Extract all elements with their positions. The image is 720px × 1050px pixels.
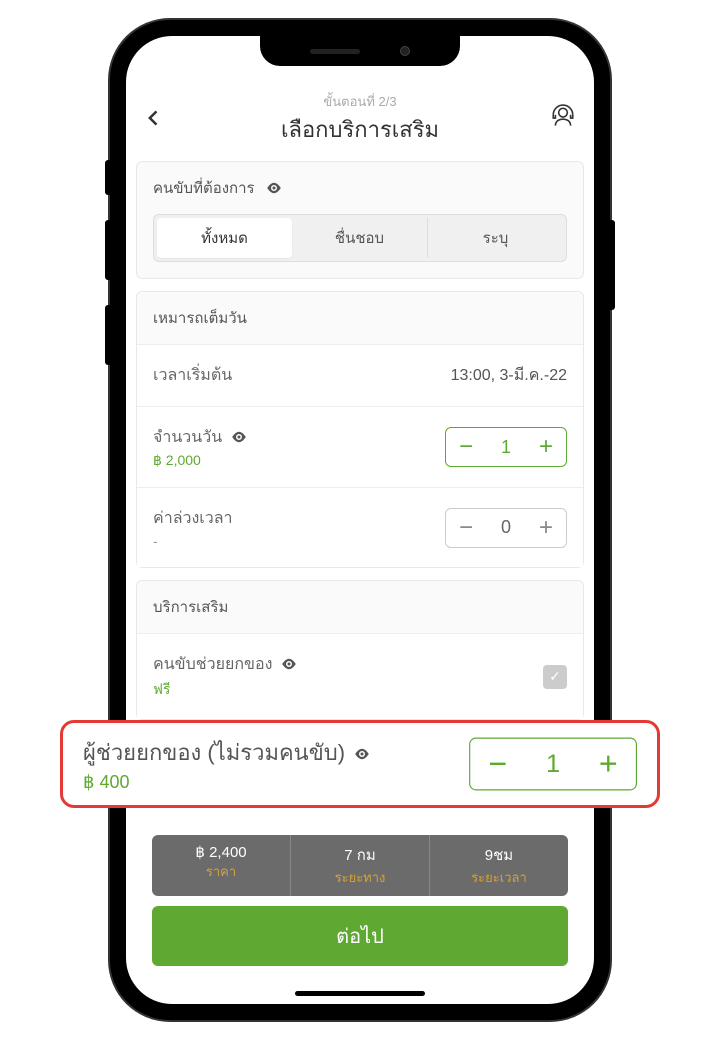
overtime-stepper: − 0 + — [445, 508, 567, 548]
overtime-value: 0 — [486, 517, 526, 538]
tab-all[interactable]: ทั้งหมด — [157, 218, 292, 258]
continue-button[interactable]: ต่อไป — [152, 906, 568, 966]
back-button[interactable] — [144, 103, 174, 135]
overtime-sub: - — [153, 533, 445, 549]
driver-help-row: คนขับช่วยยกของ ฟรี ✓ — [137, 633, 583, 719]
helper-label: ผู้ช่วยยกของ (ไม่รวมคนขับ) — [83, 735, 345, 770]
days-label: จำนวนวัน — [153, 425, 222, 450]
driver-pref-tabs: ทั้งหมด ชื่นชอบ ระบุ — [153, 214, 567, 262]
days-row: จำนวนวัน ฿ 2,000 − 1 + — [137, 406, 583, 487]
overtime-plus-button[interactable]: + — [526, 509, 566, 547]
days-stepper: − 1 + — [445, 427, 567, 467]
eye-icon — [353, 740, 371, 766]
helper-value: 1 — [525, 749, 580, 779]
driver-help-label: คนขับช่วยยกของ — [153, 652, 272, 677]
overtime-minus-button[interactable]: − — [446, 509, 486, 547]
driver-preference-card: คนขับที่ต้องการ ทั้งหมด ชื่นชอบ ระบุ — [136, 161, 584, 279]
tab-favorite[interactable]: ชื่นชอบ — [292, 218, 428, 258]
full-day-title: เหมารถเต็มวัน — [153, 306, 247, 330]
summary-bar: ฿ 2,400 ราคา 7 กม ระยะทาง 9ชม ระยะเวลา — [152, 835, 568, 896]
driver-help-checkbox[interactable]: ✓ — [543, 665, 567, 689]
phone-notch — [260, 36, 460, 66]
start-time-value: 13:00, 3-มี.ค.-22 — [451, 363, 567, 388]
support-button[interactable] — [546, 104, 576, 135]
phone-frame: ขั้นตอนที่ 2/3 เลือกบริการเสริม คนขับที่… — [110, 20, 610, 1020]
overtime-row: ค่าล่วงเวลา - − 0 + — [137, 487, 583, 567]
page-title: เลือกบริการเสริม — [174, 112, 546, 147]
addons-title: บริการเสริม — [153, 595, 228, 619]
eye-icon — [280, 655, 298, 673]
overtime-label: ค่าล่วงเวลา — [153, 506, 445, 531]
days-minus-button[interactable]: − — [446, 428, 486, 466]
addons-card: บริการเสริม คนขับช่วยยกของ ฟรี — [136, 580, 584, 720]
summary-distance: 7 กม ระยะทาง — [291, 835, 430, 896]
helper-stepper: − 1 + — [469, 738, 637, 791]
eye-icon — [265, 179, 283, 197]
helper-plus-button[interactable]: + — [581, 739, 636, 790]
summary-duration: 9ชม ระยะเวลา — [430, 835, 568, 896]
step-indicator: ขั้นตอนที่ 2/3 — [174, 91, 546, 112]
helper-price: ฿ 400 — [83, 772, 491, 793]
helper-minus-button[interactable]: − — [470, 739, 525, 790]
days-price: ฿ 2,000 — [153, 452, 445, 469]
driver-help-price: ฟรี — [153, 679, 543, 701]
eye-icon — [230, 428, 248, 446]
summary-price: ฿ 2,400 ราคา — [152, 835, 291, 896]
days-plus-button[interactable]: + — [526, 428, 566, 466]
header: ขั้นตอนที่ 2/3 เลือกบริการเสริม — [126, 81, 594, 161]
driver-pref-title: คนขับที่ต้องการ — [153, 176, 255, 200]
days-value: 1 — [486, 437, 526, 458]
start-time-label: เวลาเริ่มต้น — [153, 363, 451, 388]
start-time-row[interactable]: เวลาเริ่มต้น 13:00, 3-มี.ค.-22 — [137, 344, 583, 406]
full-day-card: เหมารถเต็มวัน เวลาเริ่มต้น 13:00, 3-มี.ค… — [136, 291, 584, 568]
tab-specify[interactable]: ระบุ — [428, 218, 563, 258]
home-indicator[interactable] — [295, 991, 425, 996]
helper-addon-callout: ผู้ช่วยยกของ (ไม่รวมคนขับ) ฿ 400 − 1 + — [60, 720, 660, 808]
